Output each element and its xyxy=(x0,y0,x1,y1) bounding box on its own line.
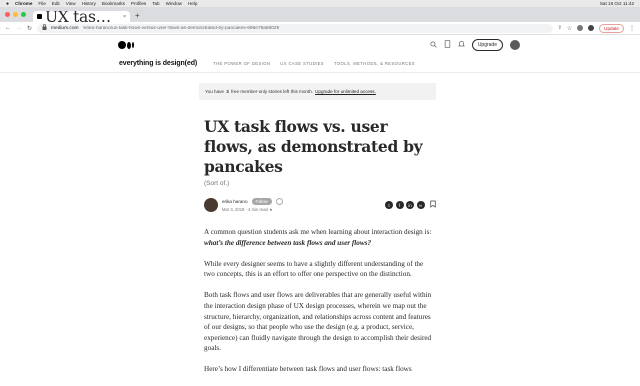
menu-history[interactable]: History xyxy=(82,1,96,6)
medium-favicon-icon xyxy=(37,14,42,19)
back-icon[interactable]: ← xyxy=(5,25,11,31)
subscribe-icon[interactable] xyxy=(275,198,283,205)
article-body: A common question students ask me when l… xyxy=(204,227,432,375)
menu-tab[interactable]: Tab xyxy=(152,1,159,6)
browser-tab-strip: UX task flows vs. user flows, a... × + xyxy=(0,7,640,22)
follow-button[interactable]: Follow xyxy=(251,198,272,205)
article-meta: Mar 3, 2019 · 4 min read ★ xyxy=(222,207,273,212)
extension-icon[interactable] xyxy=(577,25,584,31)
minimize-window-icon[interactable] xyxy=(13,12,18,17)
article-title: UX task flows vs. user flows, as demonst… xyxy=(204,117,423,176)
author-info: erika harano Follow Mar 3, 2019 · 4 min … xyxy=(222,198,283,212)
publication-nav: everything is design(ed) THE POWER OF DE… xyxy=(0,55,640,73)
tab-title: UX task flows vs. user flows, a... xyxy=(45,11,120,22)
menu-help[interactable]: Help xyxy=(188,1,197,6)
upgrade-button[interactable]: Upgrade xyxy=(471,39,503,51)
menubar-clock[interactable]: Sat 16 Oct 11:42 xyxy=(600,1,634,6)
bookmark-star-icon[interactable]: ☆ xyxy=(567,25,572,32)
tab-close-icon[interactable]: × xyxy=(123,14,126,20)
header-actions: Upgrade xyxy=(430,39,520,51)
menu-bookmarks[interactable]: Bookmarks xyxy=(102,1,125,6)
reload-icon[interactable]: ↻ xyxy=(27,25,32,32)
forward-icon[interactable]: → xyxy=(16,25,22,31)
twitter-icon[interactable]: t xyxy=(385,201,393,209)
notifications-bell-icon[interactable] xyxy=(457,40,465,50)
browser-tab-active[interactable]: UX task flows vs. user flows, a... × xyxy=(33,11,130,22)
nav-power-of-design[interactable]: THE POWER OF DESIGN xyxy=(213,61,270,66)
facebook-icon[interactable]: f xyxy=(395,201,404,209)
url-path: /erika-harano/ux-task-flows-versus-user-… xyxy=(82,25,280,31)
lock-icon[interactable] xyxy=(42,24,47,32)
member-limit-banner: You have 3 free member-only stories left… xyxy=(199,83,436,100)
linkedin-icon[interactable]: in xyxy=(406,201,414,209)
menu-window[interactable]: Window xyxy=(166,1,182,6)
medium-logo-icon[interactable] xyxy=(118,41,134,49)
banner-count: 3 xyxy=(226,89,229,94)
address-bar[interactable]: medium.com/erika-harano/ux-task-flows-ve… xyxy=(37,23,553,33)
share-icon[interactable]: ⇪ xyxy=(558,25,562,31)
menu-app-name[interactable]: Chrome xyxy=(15,1,32,6)
apple-icon[interactable]: ● xyxy=(6,1,9,7)
menu-file[interactable]: File xyxy=(38,1,45,6)
article: UX task flows vs. user flows, as demonst… xyxy=(204,117,436,386)
maximize-window-icon[interactable] xyxy=(21,12,26,17)
window-controls xyxy=(5,12,26,17)
author-row: erika harano Follow xyxy=(222,198,283,205)
paragraph-2: While every designer seems to have a sli… xyxy=(204,259,424,279)
paragraph-3: Both task flows and user flows are deliv… xyxy=(204,291,432,353)
lists-icon[interactable] xyxy=(444,40,451,50)
more-menu-icon[interactable]: ⋮ xyxy=(629,25,635,32)
user-avatar[interactable] xyxy=(510,40,520,50)
member-star-icon: ★ xyxy=(269,207,273,212)
browser-toolbar: ← → ↻ medium.com/erika-harano/ux-task-fl… xyxy=(0,22,640,35)
banner-suffix: free member-only stories left this month… xyxy=(231,89,314,94)
upgrade-link[interactable]: Upgrade for unlimited access. xyxy=(315,89,376,94)
article-byline: erika harano Follow Mar 3, 2019 · 4 min … xyxy=(204,196,436,214)
nav-ux-case-studies[interactable]: UX CASE STUDIES xyxy=(280,61,324,66)
nav-tools-methods-resources[interactable]: TOOLS, METHODS, & RESOURCES xyxy=(334,61,415,66)
author-name[interactable]: erika harano xyxy=(222,199,248,204)
article-subtitle: (Sort of.) xyxy=(204,180,230,187)
new-tab-button[interactable]: + xyxy=(135,11,140,22)
paragraph-1: A common question students ask me when l… xyxy=(204,227,432,248)
menu-edit[interactable]: Edit xyxy=(52,1,60,6)
paragraph-1-text: A common question students ask me when l… xyxy=(204,228,432,236)
close-window-icon[interactable] xyxy=(5,12,10,17)
profile-avatar-icon[interactable] xyxy=(588,25,595,31)
menu-profiles[interactable]: Profiles xyxy=(131,1,146,6)
banner-prefix: You have xyxy=(205,89,224,94)
article-date: Mar 3, 2019 xyxy=(222,207,245,212)
search-icon[interactable] xyxy=(430,40,437,50)
bookmark-icon[interactable] xyxy=(430,200,436,210)
url-host: medium.com xyxy=(51,25,79,31)
menu-view[interactable]: View xyxy=(66,1,76,6)
macos-menubar: ● Chrome File Edit View History Bookmark… xyxy=(0,0,640,7)
link-icon[interactable]: ∞ xyxy=(416,201,425,209)
share-actions: t f in ∞ xyxy=(385,200,436,210)
publication-name[interactable]: everything is design(ed) xyxy=(119,60,197,67)
paragraph-1-question: what’s the difference between task flows… xyxy=(204,238,372,247)
read-time: 4 min read xyxy=(248,207,268,212)
medium-header: Upgrade xyxy=(0,35,640,55)
paragraph-4: Here’s how I differentiate between task … xyxy=(204,365,412,374)
author-avatar[interactable] xyxy=(204,198,218,212)
update-button[interactable]: Update xyxy=(599,23,624,33)
